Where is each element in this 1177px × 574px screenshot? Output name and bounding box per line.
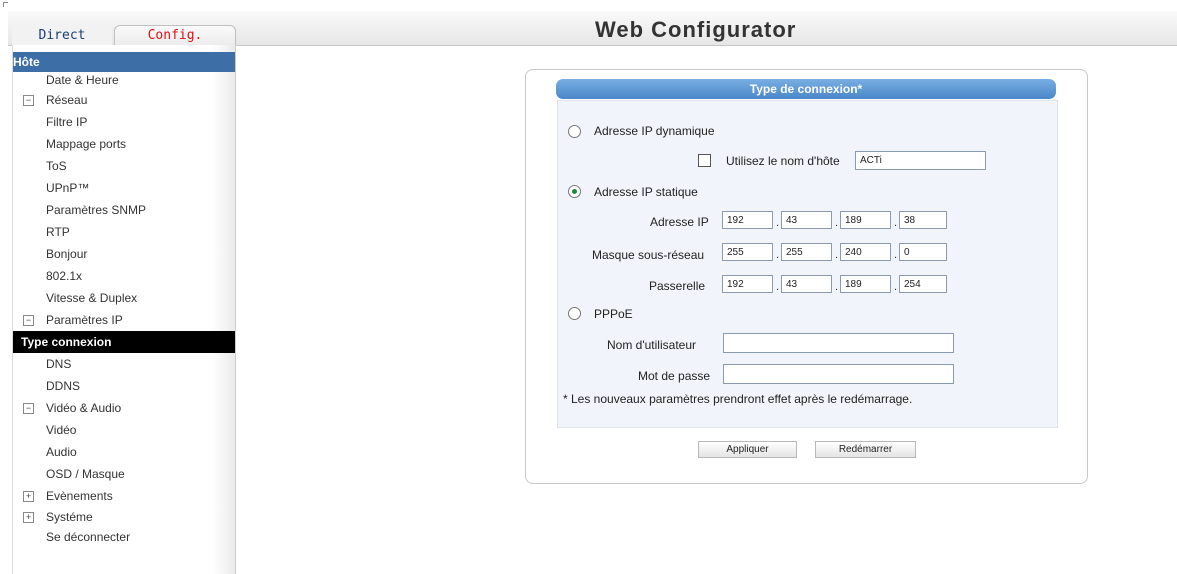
sidebar-item-label: Mappage ports [46,137,127,151]
sidebar-item-upnp[interactable]: UPnP™ [13,177,235,199]
sidebar-item-label: Vidéo [46,423,77,437]
sidebar-item-label: UPnP™ [46,181,90,195]
sidebar-item-vitesse-duplex[interactable]: Vitesse & Duplex [13,287,235,309]
dot-separator: . [835,217,839,229]
sidebar-item-dns[interactable]: DNS [13,353,235,375]
mask-octet-2[interactable] [781,243,832,261]
password-input[interactable] [723,364,954,384]
sidebar-item-8021x[interactable]: 802.1x [13,265,235,287]
sidebar-item-bonjour[interactable]: Bonjour [13,243,235,265]
sidebar-item-audio[interactable]: Audio [13,441,235,463]
hostname-label: Utilisez le nom d'hôte [726,154,840,168]
sidebar-item-label: DNS [46,357,72,371]
hostname-input[interactable] [855,151,986,170]
dot-separator: . [894,281,898,293]
expand-icon[interactable]: + [23,491,34,502]
dot-separator: . [776,281,780,293]
dot-separator: . [776,217,780,229]
sidebar-item-label: Vidéo & Audio [46,401,122,415]
dot-separator: . [835,249,839,261]
sidebar-item-label: ToS [46,159,67,173]
sidebar: Hôte Date & Heure − Réseau Filtre IP Map… [12,45,236,574]
app-title: Web Configurator [595,17,797,42]
sidebar-item-mappage-ports[interactable]: Mappage ports [13,133,235,155]
sidebar-item-label: RTP [46,225,70,239]
static-ip-label: Adresse IP statique [594,185,698,199]
collapse-icon[interactable]: − [23,403,34,414]
sidebar-item-label: DDNS [46,379,81,393]
sidebar-item-type-connexion[interactable]: Type connexion [13,331,235,353]
ip-octet-4[interactable] [899,211,947,229]
sidebar-item-label: Paramètres SNMP [46,203,147,217]
restart-button[interactable]: Redémarrer [815,441,916,458]
sidebar-item-osd-masque[interactable]: OSD / Masque [13,463,235,485]
collapse-icon[interactable]: − [23,315,34,326]
sidebar-item-video-audio[interactable]: − Vidéo & Audio [13,397,235,419]
sidebar-item-label: Date & Heure [46,73,119,87]
sidebar-item-label: OSD / Masque [46,467,125,481]
dot-separator: . [835,281,839,293]
username-input[interactable] [723,333,954,353]
sidebar-item-label: 802.1x [46,269,83,283]
sidebar-item-date-heure[interactable]: Date & Heure [13,69,235,91]
ip-label: Adresse IP [650,215,709,229]
mask-octet-1[interactable] [722,243,773,261]
sidebar-item-label: Hôte [13,55,40,69]
dot-separator: . [776,249,780,261]
sidebar-item-rtp[interactable]: RTP [13,221,235,243]
sidebar-item-filtre-ip[interactable]: Filtre IP [13,111,235,133]
dot-separator: . [894,249,898,261]
gateway-octet-4[interactable] [899,275,947,293]
mask-label: Masque sous-réseau [592,248,705,262]
username-label: Nom d'utilisateur [607,338,696,352]
expand-icon[interactable]: + [23,512,34,523]
sidebar-item-label: Réseau [46,93,88,107]
sidebar-item-label: Paramètres IP [46,313,123,327]
sidebar-item-label: Audio [46,445,77,459]
sidebar-item-reseau[interactable]: − Réseau [13,89,235,111]
gateway-octet-1[interactable] [722,275,773,293]
sidebar-item-ddns[interactable]: DDNS [13,375,235,397]
sidebar-item-label: Filtre IP [46,115,88,129]
apply-button[interactable]: Appliquer [698,441,797,458]
gateway-octet-2[interactable] [781,275,832,293]
hostname-checkbox[interactable] [698,154,711,167]
sidebar-item-label: Systéme [46,510,93,524]
sidebar-item-parametres-ip[interactable]: − Paramètres IP [13,309,235,331]
radio-static-ip[interactable] [568,185,581,198]
radio-selected-dot [572,189,577,194]
panel-title: Type de connexion* [556,79,1056,99]
restart-note: * Les nouveaux paramètres prendront effe… [563,392,913,406]
sidebar-item-tos[interactable]: ToS [13,155,235,177]
dynamic-ip-label: Adresse IP dynamique [594,124,715,138]
ip-octet-3[interactable] [840,211,891,229]
sidebar-item-video[interactable]: Vidéo [13,419,235,441]
tab-direct[interactable]: Direct [12,25,112,45]
dot-separator: . [894,217,898,229]
corner-mark [3,2,8,7]
ip-octet-2[interactable] [781,211,832,229]
tab-config[interactable]: Config. [114,25,236,45]
sidebar-item-se-deconnecter[interactable]: Se déconnecter [13,526,235,548]
radio-pppoe[interactable] [568,307,581,320]
sidebar-item-evenements[interactable]: + Evènements [13,485,235,507]
sidebar-item-label: Evènements [46,489,113,503]
mask-octet-4[interactable] [899,243,947,261]
sidebar-item-label: Vitesse & Duplex [46,291,138,305]
gateway-octet-3[interactable] [840,275,891,293]
gateway-label: Passerelle [649,279,706,293]
sidebar-item-label: Type connexion [21,335,112,349]
ip-octet-1[interactable] [722,211,773,229]
collapse-icon[interactable]: − [23,95,34,106]
pppoe-label: PPPoE [594,307,633,321]
sidebar-item-systeme[interactable]: + Systéme [13,506,235,528]
sidebar-item-snmp[interactable]: Paramètres SNMP [13,199,235,221]
mask-octet-3[interactable] [840,243,891,261]
sidebar-item-label: Bonjour [46,247,88,261]
sidebar-item-label: Se déconnecter [46,530,131,544]
radio-dynamic-ip[interactable] [568,125,581,138]
password-label: Mot de passe [638,369,711,383]
